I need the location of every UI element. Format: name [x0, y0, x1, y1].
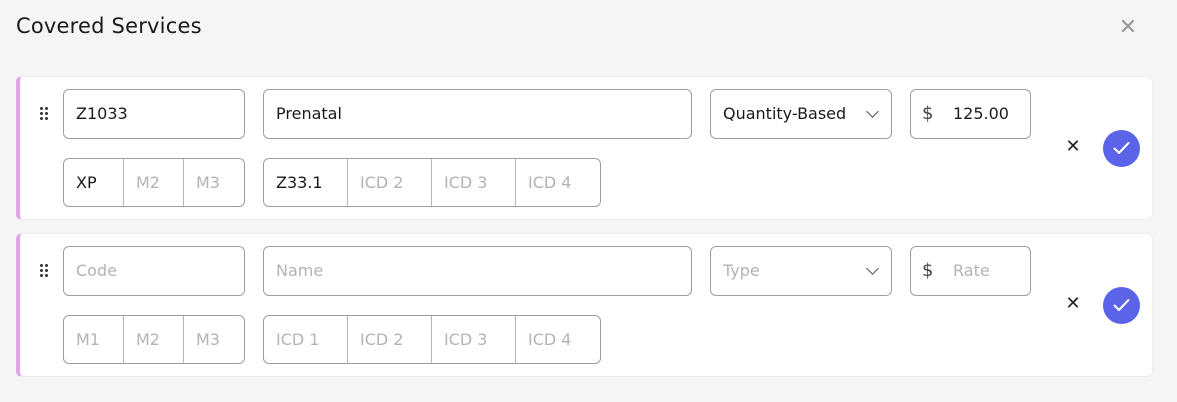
- icd-input-2[interactable]: ICD 2: [348, 159, 432, 206]
- check-icon: [1113, 299, 1130, 311]
- modifier-input-3[interactable]: M3: [184, 316, 244, 363]
- dollar-icon: $: [922, 260, 934, 281]
- rate-input[interactable]: $ Rate: [910, 246, 1031, 296]
- close-icon[interactable]: ✕: [1118, 17, 1138, 39]
- name-input[interactable]: Prenatal: [263, 89, 692, 139]
- icd-group: Z33.1 ICD 2 ICD 3 ICD 4: [263, 158, 601, 207]
- rate-value: 125.00: [953, 104, 1009, 123]
- confirm-row-button[interactable]: [1103, 287, 1140, 324]
- icd-input-3[interactable]: ICD 3: [432, 159, 516, 206]
- confirm-row-button[interactable]: [1103, 130, 1140, 167]
- service-row: Code Name Type $ Rate M1 M2 M3 ICD 1 ICD 2 ICD 3 IC…: [16, 233, 1153, 377]
- type-select[interactable]: Type: [710, 246, 892, 296]
- type-select-value: Type: [723, 261, 760, 280]
- modifier-input-1[interactable]: M1: [64, 316, 124, 363]
- dialog-title: Covered Services: [16, 14, 202, 38]
- drag-handle-icon[interactable]: [40, 264, 50, 278]
- remove-row-icon[interactable]: ✕: [1063, 294, 1083, 314]
- modifier-input-2[interactable]: M2: [124, 159, 184, 206]
- icd-input-4[interactable]: ICD 4: [516, 159, 600, 206]
- type-select-value: Quantity-Based: [723, 104, 847, 123]
- rate-value: Rate: [953, 261, 990, 280]
- code-input[interactable]: Code: [63, 246, 245, 296]
- remove-row-icon[interactable]: ✕: [1063, 137, 1083, 157]
- name-input[interactable]: Name: [263, 246, 692, 296]
- modifier-input-3[interactable]: M3: [184, 159, 244, 206]
- modifier-group: M1 M2 M3: [63, 315, 245, 364]
- rate-input[interactable]: $125.00: [910, 89, 1031, 139]
- icd-group: ICD 1 ICD 2 ICD 3 ICD 4: [263, 315, 601, 364]
- code-input[interactable]: Z1033: [63, 89, 245, 139]
- modifier-group: XP M2 M3: [63, 158, 245, 207]
- icd-input-2[interactable]: ICD 2: [348, 316, 432, 363]
- icd-input-1[interactable]: ICD 1: [264, 316, 348, 363]
- modifier-input-1[interactable]: XP: [64, 159, 124, 206]
- dollar-icon: $: [922, 103, 934, 124]
- check-icon: [1113, 142, 1130, 154]
- icd-input-3[interactable]: ICD 3: [432, 316, 516, 363]
- chevron-down-icon: [866, 105, 879, 118]
- drag-handle-icon[interactable]: [40, 107, 50, 121]
- chevron-down-icon: [866, 262, 879, 275]
- service-row: Z1033 Prenatal Quantity-Based $125.00 XP M2 M3…: [16, 76, 1153, 220]
- modifier-input-2[interactable]: M2: [124, 316, 184, 363]
- icd-input-4[interactable]: ICD 4: [516, 316, 600, 363]
- type-select[interactable]: Quantity-Based: [710, 89, 892, 139]
- icd-input-1[interactable]: Z33.1: [264, 159, 348, 206]
